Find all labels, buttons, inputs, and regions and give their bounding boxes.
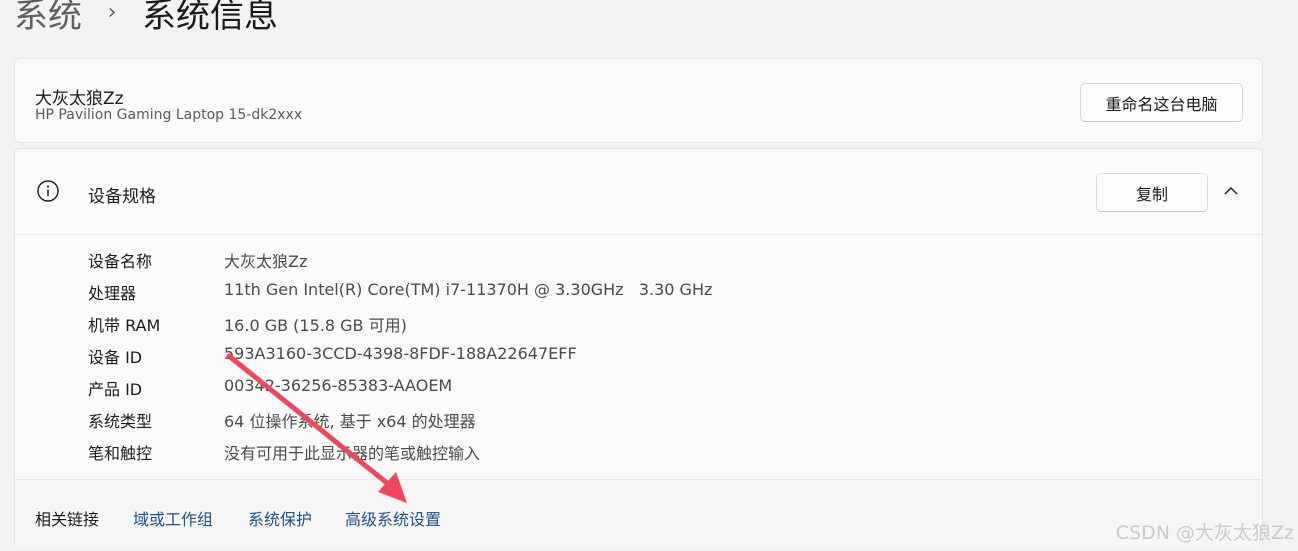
spec-row-processor: 处理器 11th Gen Intel(R) Core(TM) i7-11370H…	[15, 276, 1262, 308]
spec-label: 设备名称	[88, 252, 153, 271]
info-icon	[37, 180, 59, 202]
related-links-label: 相关链接	[35, 510, 100, 529]
spec-value: 00342-36256-85383-AAOEM	[224, 376, 453, 395]
spec-row-device-name: 设备名称 大灰太狼Zz	[15, 244, 1262, 276]
link-advanced-system-settings[interactable]: 高级系统设置	[345, 506, 441, 530]
spec-value: 大灰太狼Zz	[224, 252, 308, 271]
spec-row-pen-touch: 笔和触控 没有可用于此显示器的笔或触控输入	[15, 436, 1262, 468]
chevron-right-icon: ›	[107, 0, 117, 25]
related-links-bar: 相关链接 域或工作组 系统保护 高级系统设置	[15, 479, 1262, 550]
breadcrumb-parent[interactable]: 系统	[14, 0, 82, 37]
chevron-up-icon[interactable]	[1222, 182, 1240, 200]
spec-label: 设备 ID	[88, 348, 143, 367]
spec-row-ram: 机带 RAM 16.0 GB (15.8 GB 可用)	[15, 308, 1262, 340]
spec-row-product-id: 产品 ID 00342-36256-85383-AAOEM	[15, 372, 1262, 404]
device-card: 大灰太狼Zz HP Pavilion Gaming Laptop 15-dk2x…	[14, 58, 1263, 143]
spec-label: 笔和触控	[88, 444, 153, 463]
spec-row-system-type: 系统类型 64 位操作系统, 基于 x64 的处理器	[15, 404, 1262, 436]
copy-button[interactable]: 复制	[1096, 173, 1208, 212]
spec-value: 64 位操作系统, 基于 x64 的处理器	[224, 412, 476, 431]
spec-value: 11th Gen Intel(R) Core(TM) i7-11370H @ 3…	[224, 280, 713, 299]
spec-value: 没有可用于此显示器的笔或触控输入	[224, 444, 481, 463]
spec-row-device-id: 设备 ID 593A3160-3CCD-4398-8FDF-188A22647E…	[15, 340, 1262, 372]
device-specs-title: 设备规格	[88, 187, 156, 207]
device-specs-header[interactable]: 设备规格 复制	[15, 149, 1262, 235]
watermark: CSDN @大灰太狼Zz	[1115, 522, 1294, 544]
rename-pc-button[interactable]: 重命名这台电脑	[1080, 83, 1243, 122]
device-specs-card: 设备规格 复制 设备名称 大灰太狼Zz 处理器 11th Gen Intel(R…	[14, 148, 1263, 550]
device-name: 大灰太狼Zz	[35, 89, 124, 109]
link-domain-workgroup[interactable]: 域或工作组	[133, 506, 213, 530]
page-title: 系统信息	[142, 0, 278, 36]
breadcrumb: 系统 › 系统信息	[14, 0, 278, 36]
device-model: HP Pavilion Gaming Laptop 15-dk2xxx	[35, 107, 303, 123]
spec-label: 机带 RAM	[88, 316, 161, 335]
spec-value: 593A3160-3CCD-4398-8FDF-188A22647EFF	[224, 344, 577, 363]
spec-label: 系统类型	[88, 412, 153, 431]
spec-label: 处理器	[88, 284, 137, 303]
spec-label: 产品 ID	[88, 380, 143, 399]
link-system-protection[interactable]: 系统保护	[248, 506, 312, 530]
spec-value: 16.0 GB (15.8 GB 可用)	[224, 316, 407, 335]
